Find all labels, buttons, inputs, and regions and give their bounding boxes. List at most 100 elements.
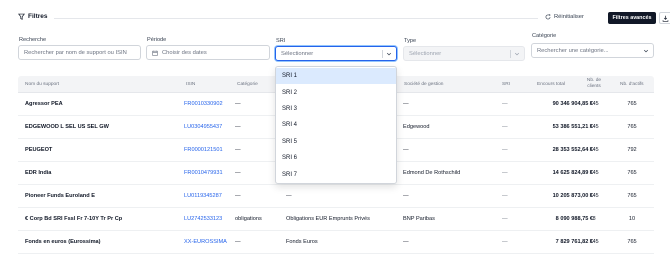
cell-sri-category: — [286,193,292,199]
cell-assets: 792 [627,147,637,153]
filter-icon [18,13,25,20]
filters-title: Filtres [18,13,48,20]
calendar-icon [152,50,158,56]
cell-clients: 145 [589,124,599,130]
divider [54,18,538,19]
cell-sri: — [502,170,508,176]
col-name[interactable]: Nom du support [25,82,59,88]
col-clients[interactable]: Nb. de clients [586,78,602,89]
cell-isin[interactable]: LU0119345287 [184,193,222,199]
cell-category: — [235,124,241,130]
col-clients-line1: Nb. de [586,78,602,83]
col-outstanding[interactable]: Encours total [537,82,565,88]
col-clients-line2: clients [587,83,601,89]
advanced-filters-button[interactable]: Filtres avancés [608,12,656,24]
cell-assets: 765 [627,170,637,176]
type-select[interactable]: Sélectionner [403,46,525,61]
table-row[interactable]: Fonds en euros (Eurossima) XX-EUROSSIMA — F… [18,231,654,254]
cell-assets: 765 [627,193,637,199]
table-row[interactable]: € Corp Bd SRI Fssl Fr 7-10Y Tr Pr Cp LU27… [18,208,654,231]
col-sri[interactable]: SRI [502,82,510,88]
cell-category: — [235,101,241,107]
sri-placeholder: Sélectionner [281,50,314,57]
cell-company: — [403,239,409,245]
download-icon [662,15,669,22]
cell-assets: 765 [627,124,637,130]
cell-clients: 145 [589,170,599,176]
col-isin[interactable]: ISIN [186,82,195,88]
cell-isin[interactable]: XX-EUROSSIMA [184,239,227,245]
cell-assets: 765 [627,239,637,245]
cell-category: — [235,147,241,153]
cell-name: PEUGEOT [25,147,53,153]
cell-clients: 145 [589,101,599,107]
cell-sri: — [502,193,508,199]
chevron-down-icon[interactable] [643,48,649,54]
col-company[interactable]: Société de gestion [404,82,443,88]
cell-category: — [235,170,241,176]
reset-label: Réinitialiser [554,14,584,20]
cell-name: EDR India [25,170,52,176]
cell-category: — [235,193,241,199]
cell-company: — [403,193,409,199]
sri-option-6[interactable]: SRI 6 [276,150,396,166]
cell-isin[interactable]: LU0304955437 [184,124,222,130]
period-picker[interactable]: Choisir des dates [146,45,270,60]
sri-option-7[interactable]: SRI 7 [276,166,396,182]
sri-option-2[interactable]: SRI 2 [276,84,396,100]
cell-sri: — [502,239,508,245]
cell-company: — [403,101,409,107]
category-label: Catégorie [532,33,557,39]
cell-company: — [403,147,409,153]
cell-name: Pioneer Funds Euroland E [25,193,95,199]
cell-sri-category: Obligations EUR Emprunts Privés [286,216,370,222]
sri-option-1[interactable]: SRI 1 [276,68,396,85]
reset-button[interactable]: Réinitialiser [545,14,584,20]
col-assets[interactable]: Nb. d'actifs [620,82,644,88]
cell-isin[interactable]: LU2742533123 [184,216,222,222]
cell-company: Edmond De Rothschild [403,170,461,176]
cell-name: EDGEWOOD L SEL US SEL GW [25,124,109,130]
sri-option-5[interactable]: SRI 5 [276,134,396,150]
col-category[interactable]: Catégorie [237,82,258,88]
cell-category: obligations [235,216,262,222]
cell-clients: 145 [589,239,599,245]
chevron-down-icon[interactable] [514,51,520,57]
category-placeholder: Rechercher une catégorie... [537,47,609,54]
select-divider [382,50,383,58]
category-search-select[interactable]: Rechercher une catégorie... [531,43,654,58]
cell-sri: — [502,124,508,130]
sri-select[interactable]: Sélectionner [275,46,397,61]
cell-assets: 765 [627,101,637,107]
cell-name: Agressor PEA [25,101,63,107]
refresh-icon [545,14,551,20]
cell-assets: 10 [628,216,636,222]
download-button[interactable] [659,12,670,24]
cell-sri: — [502,216,508,222]
table-row[interactable]: Pioneer Funds Euroland E LU0119345287 — — — —… [18,185,654,208]
cell-sri-category: Fonds Euros [286,239,318,245]
search-input[interactable]: Rechercher par nom de support ou ISIN [18,45,141,60]
cell-company: Edgewood [403,124,430,130]
period-label: Période [147,37,167,43]
select-divider [510,50,511,58]
period-placeholder: Choisir des dates [162,49,207,56]
search-label: Recherche [19,37,47,43]
cell-isin[interactable]: FR0010330902 [184,101,223,107]
cell-isin[interactable]: FR0000121501 [184,147,223,153]
sri-label: SRI [276,38,286,44]
sri-option-4[interactable]: SRI 4 [276,117,396,133]
sri-option-3[interactable]: SRI 3 [276,101,396,117]
filters-bar: Filtres Réinitialiser Filtres avancés [18,12,670,26]
cell-category: — [235,239,241,245]
cell-company: BNP Paribas [403,216,435,222]
type-label: Type [404,38,417,44]
cell-clients: 8 [592,216,596,222]
cell-sri: — [502,147,508,153]
type-placeholder: Sélectionner [409,50,442,57]
cell-isin[interactable]: FR0010479931 [184,170,223,176]
chevron-down-icon[interactable] [386,51,392,57]
cell-name: Fonds en euros (Eurossima) [25,239,101,245]
filters-title-label: Filtres [28,13,48,20]
cell-clients: 145 [589,193,599,199]
